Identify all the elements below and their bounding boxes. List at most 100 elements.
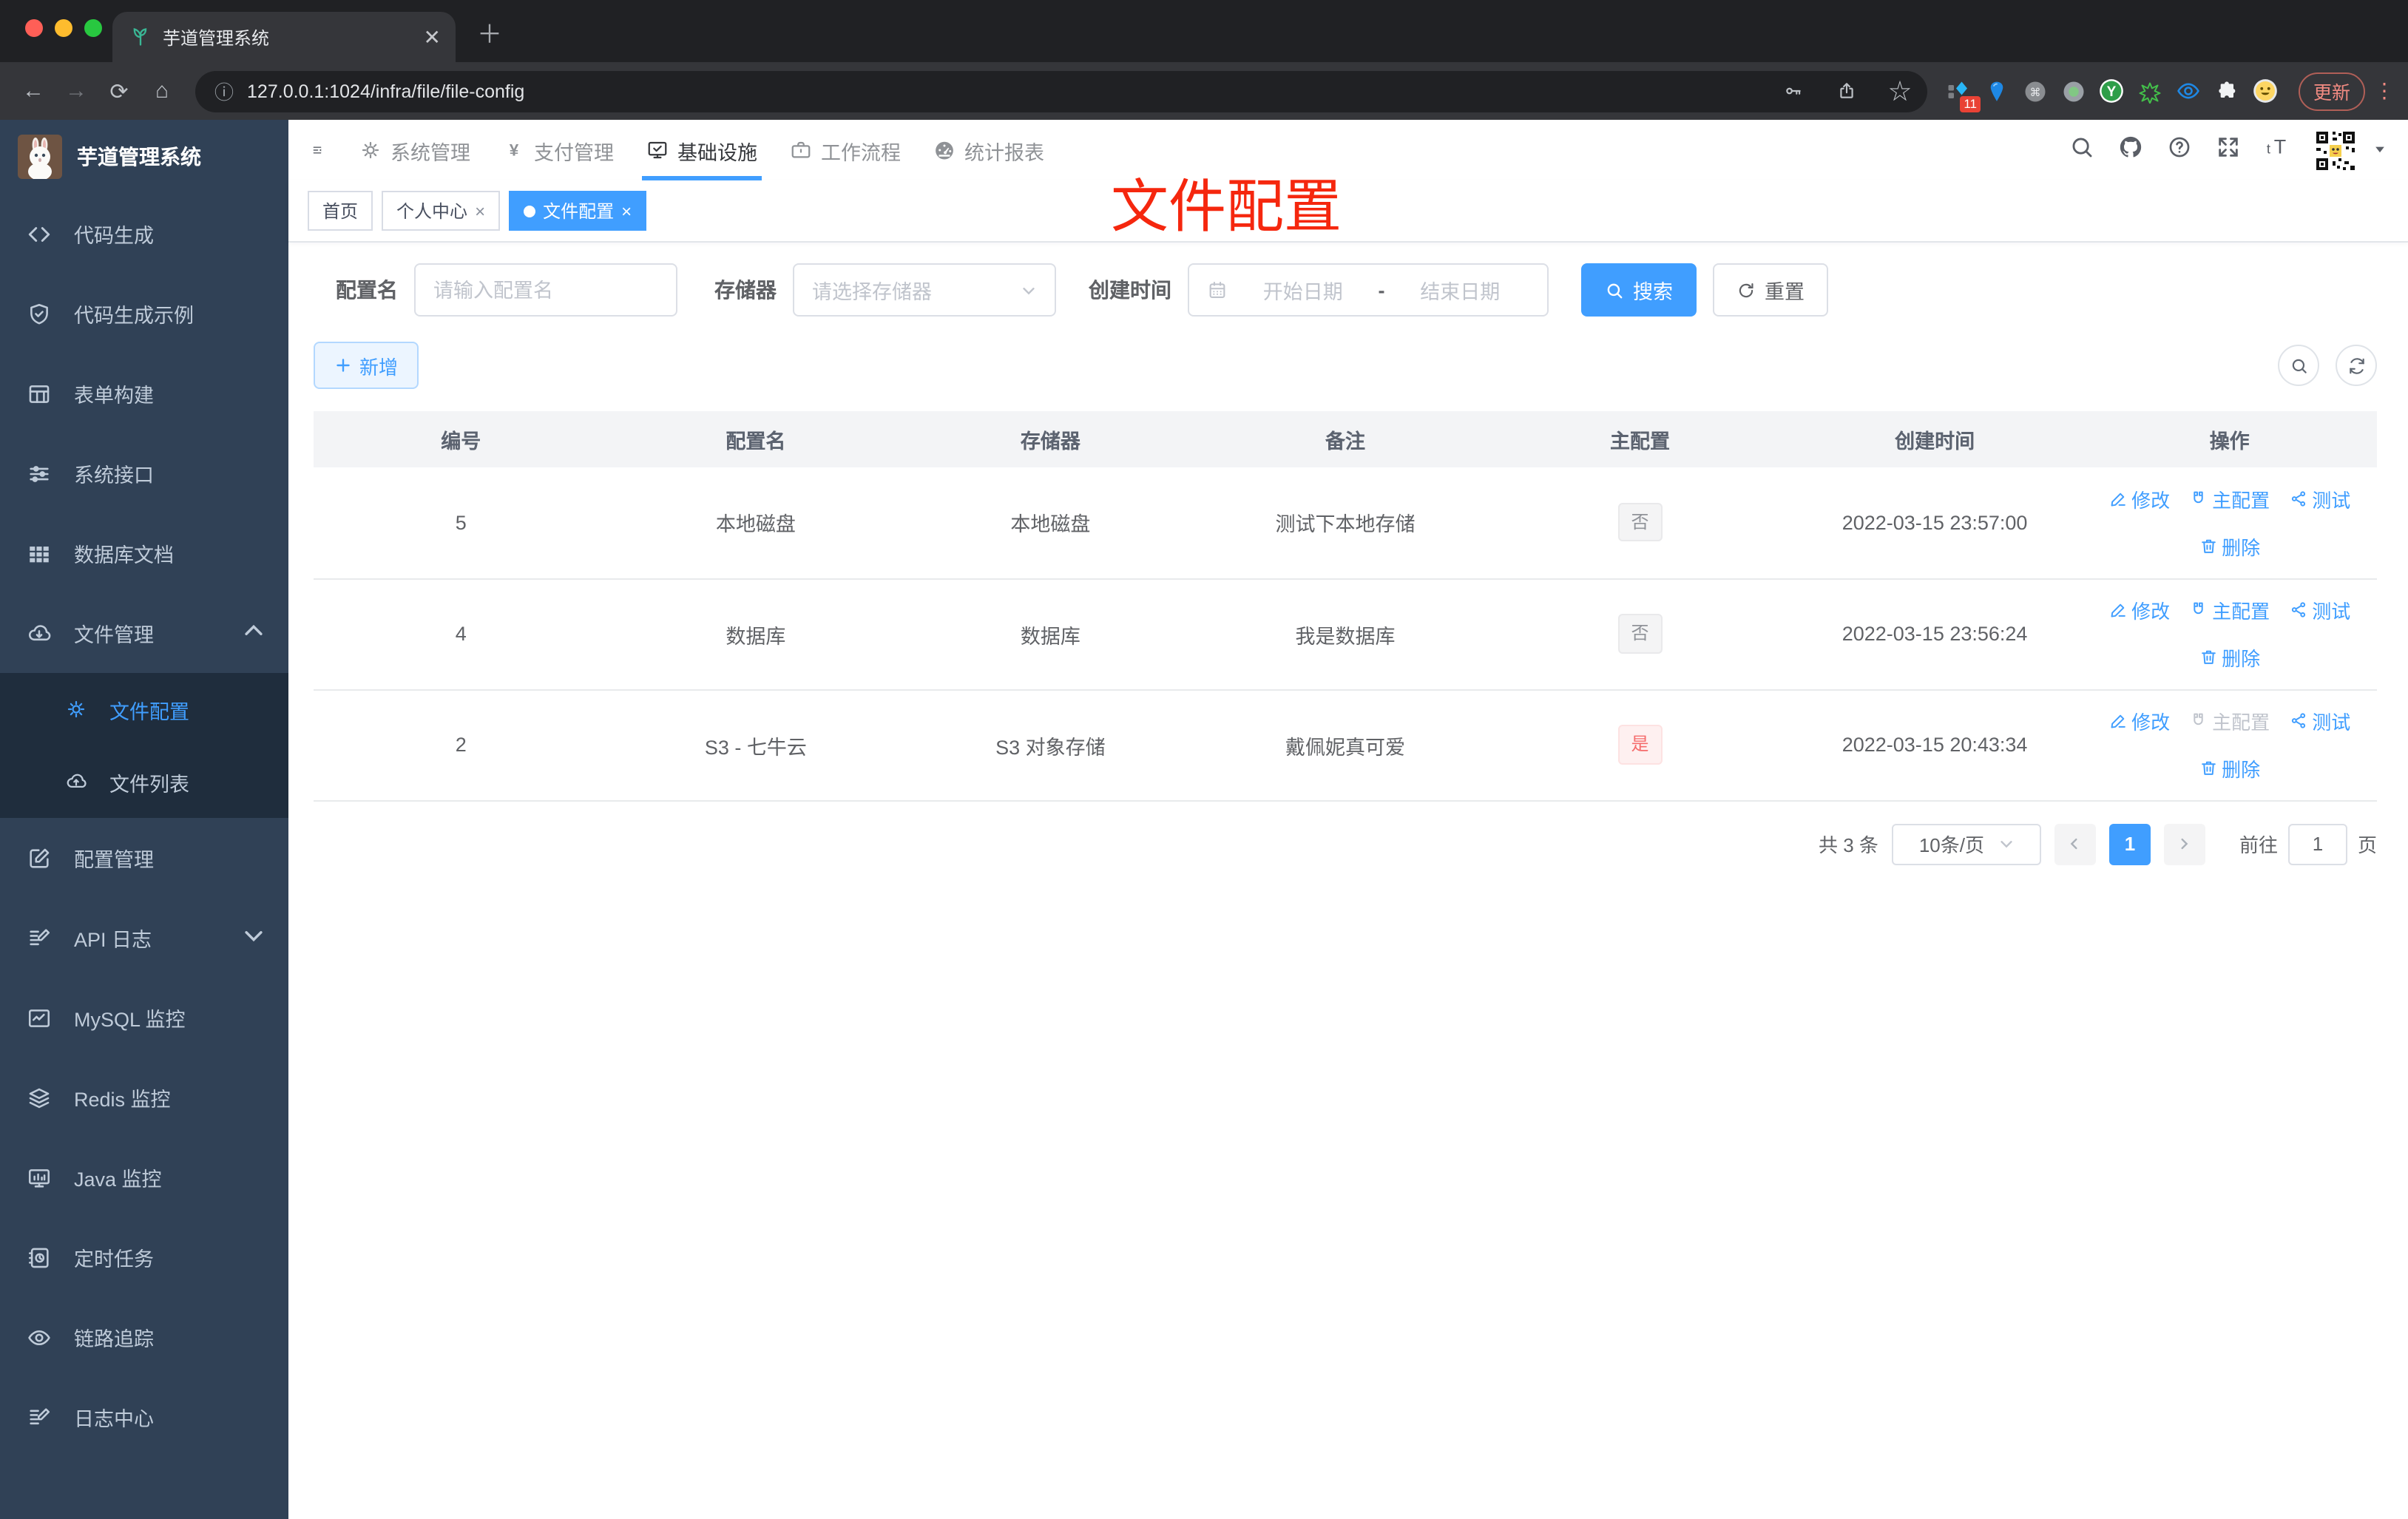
action-master[interactable]: 主配置 [2189,485,2270,513]
fullscreen-icon [2216,134,2241,159]
extension-pin-icon[interactable]: 11 [1941,73,1981,112]
sidebar-item-code-gen[interactable]: 代码生成 [0,194,288,274]
share-icon[interactable] [1827,71,1867,111]
active-dot [524,205,536,217]
extension-star-icon[interactable] [2133,73,2168,109]
window-controls [25,19,102,37]
sidebar-item-api-log[interactable]: API 日志 [0,898,288,978]
url-bar[interactable]: ⓘ 127.0.0.1:1024/infra/file/file-config … [195,70,1927,112]
action-edit[interactable]: 修改 [2108,485,2170,513]
action-delete[interactable]: 删除 [2199,643,2260,671]
sidebar-item-trace[interactable]: 链路追踪 [0,1297,288,1377]
caret-down-icon[interactable] [2373,141,2387,159]
extension-puzzle-icon[interactable] [2210,73,2245,109]
sidebar-fold-icon[interactable] [303,136,331,164]
back-button[interactable]: ← [13,71,53,111]
close-icon[interactable]: × [475,200,485,221]
action-master[interactable]: 主配置 [2189,707,2270,735]
avatar[interactable] [2313,128,2358,172]
key-icon[interactable] [1773,71,1813,111]
action-test[interactable]: 测试 [2289,707,2350,735]
show-search-button[interactable] [2278,345,2319,386]
sidebar-item-config-manage[interactable]: 配置管理 [0,818,288,898]
site-info-icon[interactable]: ⓘ [214,77,234,105]
extension-green-dot-icon[interactable] [2056,73,2091,109]
sidebar-item-log-center[interactable]: 日志中心 [0,1377,288,1457]
action-edit[interactable]: 修改 [2108,707,2170,735]
reset-button[interactable]: 重置 [1713,263,1828,317]
sidebar-item-mysql-monitor[interactable]: MySQL 监控 [0,978,288,1058]
close-icon[interactable]: × [621,200,632,221]
sidebar-item-java-monitor[interactable]: Java 监控 [0,1137,288,1217]
tag-home[interactable]: 首页 [308,191,373,231]
extension-y-icon[interactable]: Y [2094,73,2130,109]
fullscreen-button[interactable] [2216,134,2241,166]
close-window-button[interactable] [25,19,43,37]
action-test[interactable]: 测试 [2289,596,2350,624]
extension-command-icon[interactable]: ⌘ [2018,73,2053,109]
extension-eye-icon[interactable] [2171,73,2207,109]
action-test[interactable]: 测试 [2289,485,2350,513]
cell-storage: S3 对象存储 [903,689,1198,801]
svg-text:T: T [2274,135,2286,158]
tab-close-icon[interactable]: ✕ [424,27,441,47]
bookmark-star-icon[interactable]: ☆ [1880,71,1920,111]
sidebar-item-cron-job[interactable]: 定时任务 [0,1217,288,1297]
sidebar-item-db-doc[interactable]: 数据库文档 [0,513,288,593]
github-button[interactable] [2118,134,2143,166]
cell-actions: 修改 主配置 测试 删除 [2082,467,2377,579]
top-menu-payment-manage[interactable]: ¥ 支付管理 [487,120,630,180]
forward-button[interactable]: → [56,71,96,111]
sidebar-item-form-builder[interactable]: 表单构建 [0,353,288,433]
date-range-picker[interactable]: 开始日期 - 结束日期 [1188,263,1549,317]
minimize-window-button[interactable] [55,19,72,37]
action-edit[interactable]: 修改 [2108,596,2170,624]
sidebar-item-label: 日志中心 [74,1408,154,1430]
reload-button[interactable]: ⟳ [99,71,139,111]
add-button[interactable]: 新增 [314,342,419,389]
top-menu-workflow[interactable]: 工作流程 [774,120,917,180]
tag-profile[interactable]: 个人中心 × [382,191,501,231]
action-delete[interactable]: 删除 [2199,532,2260,561]
home-button[interactable]: ⌂ [142,71,182,111]
cell-remark: 我是数据库 [1197,578,1493,690]
sidebar-item-code-gen-demo[interactable]: 代码生成示例 [0,274,288,353]
logo-row[interactable]: 芋道管理系统 [0,120,288,194]
cell-created-at: 2022-03-15 23:57:00 [1787,467,2083,579]
top-menu-system-manage[interactable]: 系统管理 [343,120,487,180]
top-menu-label: 支付管理 [534,141,614,163]
current-page-button[interactable]: 1 [2108,823,2151,865]
sidebar-item-file-manage[interactable]: 文件管理 [0,593,288,673]
new-tab-button[interactable]: ＋ [470,12,509,50]
search-button[interactable]: 搜索 [1581,263,1697,317]
action-master[interactable]: 主配置 [2189,596,2270,624]
cell-id: 2 [314,689,609,801]
sidebar-item-redis-monitor[interactable]: Redis 监控 [0,1058,288,1137]
top-menu-report[interactable]: 统计报表 [917,120,1061,180]
cell-name: 本地磁盘 [608,467,904,579]
browser-menu-icon[interactable]: ⋮ [2374,78,2395,104]
zoom-window-button[interactable] [84,19,102,37]
next-page-button[interactable] [2163,823,2205,865]
question-button[interactable] [2167,134,2192,166]
extension-balloon-icon[interactable] [1979,73,2015,109]
storage-select[interactable]: 请选择存储器 [793,263,1056,317]
font-size-button[interactable]: tT [2265,134,2290,166]
browser-update-button[interactable]: 更新 [2298,72,2365,110]
refresh-table-button[interactable] [2336,345,2377,386]
search-button[interactable] [2069,134,2094,166]
page-size-select[interactable]: 10条/页 [1891,823,2041,865]
extension-emoji-icon[interactable] [2248,73,2284,109]
sidebar-item-file-config[interactable]: 文件配置 [0,673,288,745]
sidebar-item-file-list[interactable]: 文件列表 [0,745,288,818]
prev-page-button[interactable] [2054,823,2096,865]
browser-tab[interactable]: 芋道管理系统 ✕ [112,12,456,62]
tag-file-config[interactable]: 文件配置 × [509,191,647,231]
config-name-input[interactable] [433,279,658,301]
top-menu-infra[interactable]: 基础设施 [630,120,774,180]
sidebar-item-system-api[interactable]: 系统接口 [0,433,288,513]
goto-page-input[interactable] [2287,823,2347,865]
sidebar-item-label: 代码生成 [74,225,154,247]
action-delete[interactable]: 删除 [2199,754,2260,782]
pencil-icon [2108,490,2127,508]
